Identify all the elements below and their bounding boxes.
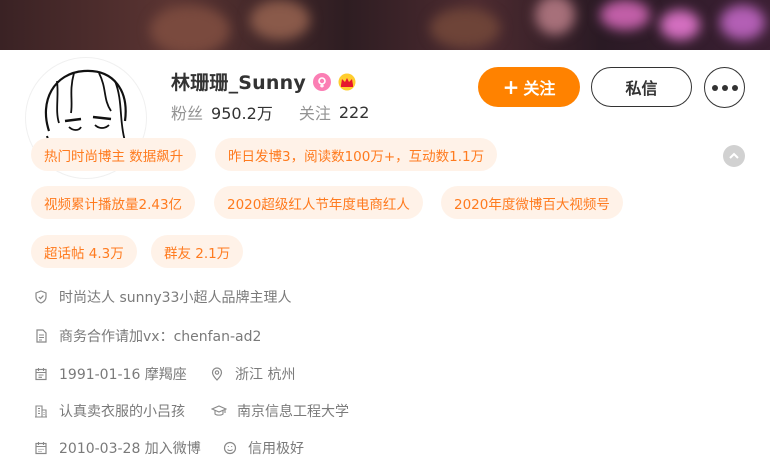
document-icon — [33, 328, 49, 344]
follow-label: 关注 — [523, 79, 556, 98]
calendar-icon — [33, 366, 49, 382]
info-birthday-text: 1991-01-16 摩羯座 — [59, 367, 187, 383]
tag-hot-fashion-blogger[interactable]: 热门时尚博主 数据飙升 — [31, 138, 197, 171]
following-label[interactable]: 关注 — [299, 100, 331, 124]
info-joined-text: 2010-03-28 加入微博 — [59, 441, 201, 457]
shield-icon — [33, 289, 49, 305]
more-options-button[interactable] — [704, 67, 745, 108]
more-dot — [721, 84, 728, 91]
info-business: 商务合作请加vx：chenfan-ad2 — [33, 326, 261, 346]
plus-icon: + — [502, 75, 520, 99]
stats-row: 粉丝 950.2万 关注 222 — [171, 100, 369, 124]
tag-top-video-account[interactable]: 2020年度微博百大视频号 — [441, 186, 623, 219]
more-dot — [731, 84, 738, 91]
profile-card: V 林珊珊_Sunny 粉丝 950.2万 关注 222 + 关注 — [0, 50, 770, 463]
building-icon — [33, 403, 49, 419]
info-school: 南京信息工程大学 — [211, 401, 349, 421]
name-row: 林珊珊_Sunny — [171, 68, 357, 95]
info-credit[interactable]: 信用极好 — [222, 438, 304, 458]
fans-count[interactable]: 950.2万 — [211, 100, 273, 124]
collapse-tags-button[interactable] — [723, 145, 745, 167]
tag-super-topic-posts[interactable]: 超话帖 4.3万 — [31, 235, 137, 268]
profile-name: 林珊珊_Sunny — [171, 72, 306, 94]
tag-red-festival[interactable]: 2020超级红人节年度电商红人 — [214, 186, 423, 219]
tag-yesterday-stats[interactable]: 昨日发博3，阅读数100万+，互动数1.1万 — [215, 138, 498, 171]
info-location: 浙江 杭州 — [209, 364, 295, 384]
female-gender-icon — [312, 72, 331, 91]
info-location-text: 浙江 杭州 — [235, 367, 296, 383]
cover-banner — [0, 0, 770, 50]
fans-label[interactable]: 粉丝 — [171, 100, 203, 124]
info-description: 时尚达人 sunny33小超人品牌主理人 — [33, 287, 291, 307]
following-count[interactable]: 222 — [339, 103, 370, 122]
info-school-text: 南京信息工程大学 — [237, 404, 349, 420]
location-icon — [209, 366, 225, 382]
info-business-text: 商务合作请加vx：chenfan-ad2 — [59, 329, 262, 345]
info-birthday: 1991-01-16 摩羯座 — [33, 364, 187, 384]
calendar-icon — [33, 440, 49, 456]
credit-icon — [222, 440, 238, 456]
member-crown-icon[interactable] — [337, 73, 357, 91]
more-dots-icon — [711, 84, 718, 91]
tag-video-plays[interactable]: 视频累计播放量2.43亿 — [31, 186, 196, 219]
follow-button[interactable]: + 关注 — [478, 67, 580, 107]
message-label: 私信 — [625, 79, 658, 98]
info-joined: 2010-03-28 加入微博 — [33, 438, 201, 458]
chevron-up-icon — [729, 152, 739, 159]
info-company-text: 认真卖衣服的小吕孩 — [59, 404, 185, 420]
info-description-text: 时尚达人 sunny33小超人品牌主理人 — [59, 290, 292, 306]
graduation-cap-icon — [211, 403, 227, 419]
info-company: 认真卖衣服的小吕孩 — [33, 401, 185, 421]
message-button[interactable]: 私信 — [591, 67, 692, 107]
tag-group-friends[interactable]: 群友 2.1万 — [151, 235, 244, 268]
info-credit-text: 信用极好 — [248, 441, 304, 457]
